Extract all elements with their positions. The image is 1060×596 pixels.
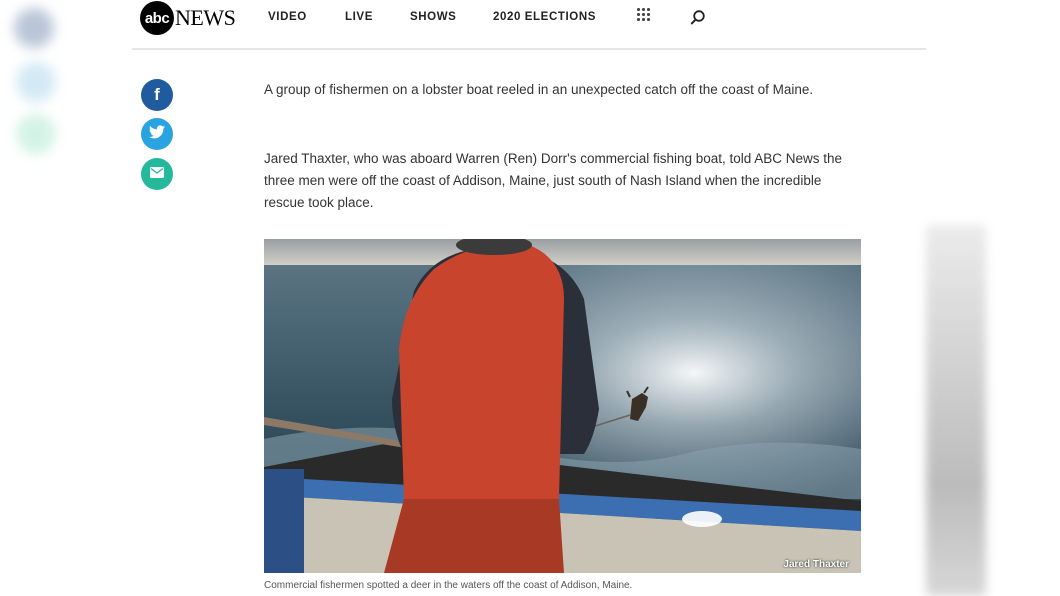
grid-icon[interactable] [637,8,653,24]
email-icon [150,165,164,183]
email-share-button[interactable] [141,158,173,190]
nav-item-live[interactable]: LIVE [345,11,373,23]
news-logo-word: NEWS [175,5,236,30]
abc-logo-mark: abc [140,1,174,35]
twitter-bird-icon [149,124,165,144]
nav-item-video[interactable]: VIDEO [268,11,307,23]
photo-caption: Commercial fishermen spotted a deer in t… [264,580,633,591]
blurred-icon [14,8,54,48]
blurred-icon [16,114,56,154]
photo-credit: Jared Thaxter [783,559,849,570]
blurred-side-content [926,225,986,596]
search-icon[interactable] [690,9,706,25]
facebook-icon: f [154,85,160,104]
nav-item-2020-elections[interactable]: 2020 ELECTIONS [493,11,596,23]
abc-news-logo[interactable]: abc NEWS [140,1,236,35]
article-photo[interactable]: Jared Thaxter [264,239,861,573]
article-paragraph: Jared Thaxter, who was aboard Warren (Re… [264,151,843,210]
facebook-share-button[interactable]: f [141,79,173,111]
article-paragraph: A group of fishermen on a lobster boat r… [264,82,814,97]
site-header: abc NEWS VIDEO LIVE SHOWS 2020 ELECTIONS [132,0,926,50]
twitter-share-button[interactable] [141,118,173,150]
nav-item-shows[interactable]: SHOWS [410,11,456,23]
blurred-share-rail [0,0,70,596]
blurred-icon [16,62,56,102]
